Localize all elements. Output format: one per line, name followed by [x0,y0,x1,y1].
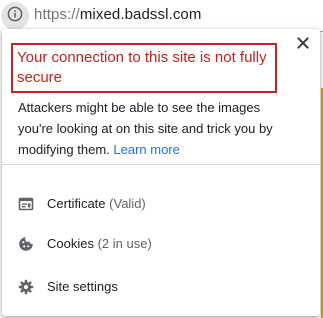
site-info-button[interactable] [1,2,29,30]
cookies-label: Cookies (2 in use) [47,236,152,251]
certificate-label-text: Certificate [47,196,106,211]
cookies-label-text: Cookies [47,236,94,251]
security-headline-box: Your connection to this site is not full… [11,43,277,93]
divider [2,164,320,165]
cookie-icon [18,236,34,252]
close-icon [297,36,309,54]
security-description: Attackers might be able to see the image… [18,97,294,160]
url-scheme: https:// [34,6,80,23]
browser-window: https://mixed.badssl.com Your connection… [0,0,323,318]
address-bar: https://mixed.badssl.com [0,0,323,31]
cookies-status: (2 in use) [97,236,152,251]
site-settings-row[interactable]: Site settings [2,269,320,305]
certificate-status: (Valid) [109,196,146,211]
site-settings-label: Site settings [47,279,118,294]
page-info-popup: Your connection to this site is not full… [2,29,320,316]
url-text[interactable]: https://mixed.badssl.com [34,6,201,23]
certificate-row[interactable]: Certificate (Valid) [2,186,320,222]
url-host: mixed.badssl.com [79,6,202,23]
close-button[interactable] [295,37,311,53]
cookies-row[interactable]: Cookies (2 in use) [2,226,320,262]
certificate-icon [18,196,34,212]
learn-more-link[interactable]: Learn more [113,142,179,157]
info-circle-icon [7,6,23,27]
gear-icon [18,279,34,295]
certificate-label: Certificate (Valid) [47,196,146,211]
security-headline: Your connection to this site is not full… [17,49,267,86]
